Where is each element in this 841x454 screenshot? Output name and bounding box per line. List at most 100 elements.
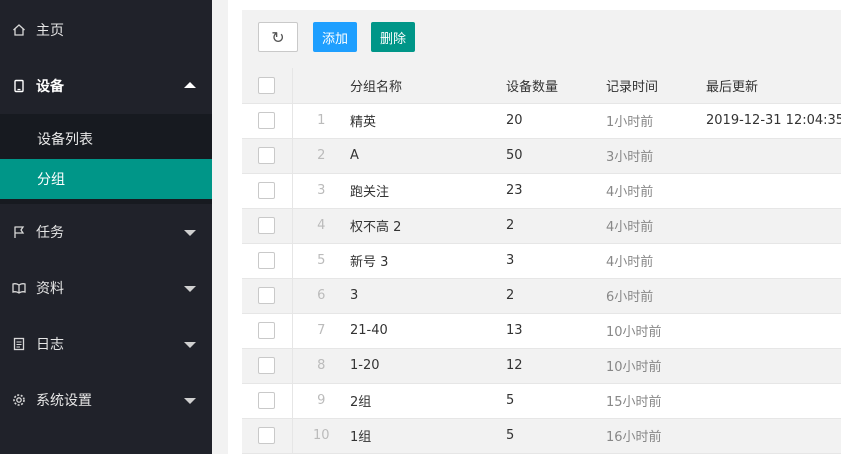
row-group-name: 权不高 2 bbox=[350, 208, 506, 244]
row-last-update bbox=[706, 348, 841, 384]
header-last-update[interactable]: 最后更新 bbox=[706, 68, 841, 104]
table-row[interactable]: 4 权不高 2 2 4小时前 bbox=[242, 208, 841, 244]
sidebar-item-devices[interactable]: 设备 bbox=[0, 58, 212, 114]
row-select-cell bbox=[242, 103, 293, 139]
row-device-count: 20 bbox=[506, 103, 606, 139]
table-row[interactable]: 5 新号 3 3 4小时前 bbox=[242, 243, 841, 279]
row-record-time: 6小时前 bbox=[606, 278, 706, 314]
table-row[interactable]: 3 跑关注 23 4小时前 bbox=[242, 173, 841, 209]
refresh-button[interactable]: ↻ bbox=[258, 22, 298, 52]
row-record-time: 4小时前 bbox=[606, 208, 706, 244]
table-row[interactable]: 10 1组 5 16小时前 bbox=[242, 418, 841, 454]
row-device-count: 2 bbox=[506, 208, 606, 244]
toolbar: ↻ 添加 删除 bbox=[242, 10, 841, 68]
header-index-cell bbox=[292, 68, 350, 104]
row-last-update: 2019-12-31 12:04:35 bbox=[706, 103, 841, 139]
row-group-name: 2组 bbox=[350, 383, 506, 419]
chevron-down-icon bbox=[184, 230, 196, 236]
table-row[interactable]: 7 21-40 13 10小时前 bbox=[242, 313, 841, 349]
header-record-time[interactable]: 记录时间 bbox=[606, 68, 706, 104]
row-checkbox[interactable] bbox=[258, 112, 276, 129]
table-row[interactable]: 6 3 2 6小时前 bbox=[242, 278, 841, 314]
table-row[interactable]: 8 1-20 12 10小时前 bbox=[242, 348, 841, 384]
row-select-cell bbox=[242, 383, 293, 419]
row-select-cell bbox=[242, 173, 293, 209]
row-last-update bbox=[706, 418, 841, 454]
row-group-name: 1组 bbox=[350, 418, 506, 454]
row-last-update bbox=[706, 138, 841, 174]
sidebar-item-label: 设备 bbox=[36, 79, 64, 95]
row-checkbox[interactable] bbox=[258, 252, 276, 269]
sidebar-item-label: 系统设置 bbox=[36, 393, 92, 409]
row-group-name: 新号 3 bbox=[350, 243, 506, 279]
table-header-row: 分组名称 设备数量 记录时间 最后更新 bbox=[242, 68, 841, 104]
book-icon bbox=[12, 281, 26, 295]
table-row[interactable]: 9 2组 5 15小时前 bbox=[242, 383, 841, 419]
row-last-update bbox=[706, 243, 841, 279]
row-checkbox[interactable] bbox=[258, 427, 276, 444]
group-list-card: ↻ 添加 删除 分组名称 设备数量 记录时间 最后更新 1 精英 20 1小时前… bbox=[242, 10, 841, 454]
row-device-count: 23 bbox=[506, 173, 606, 209]
row-checkbox[interactable] bbox=[258, 392, 276, 409]
row-record-time: 15小时前 bbox=[606, 383, 706, 419]
sidebar-item-tasks[interactable]: 任务 bbox=[0, 204, 212, 260]
tablet-icon bbox=[12, 79, 26, 93]
sidebar-subitem-groups[interactable]: 分组 bbox=[0, 159, 212, 199]
home-icon bbox=[12, 23, 26, 37]
sidebar-item-materials[interactable]: 资料 bbox=[0, 260, 212, 316]
row-group-name: 3 bbox=[350, 278, 506, 314]
row-last-update bbox=[706, 173, 841, 209]
row-index: 7 bbox=[292, 313, 350, 349]
row-index: 3 bbox=[292, 173, 350, 209]
row-index: 9 bbox=[292, 383, 350, 419]
row-record-time: 10小时前 bbox=[606, 348, 706, 384]
row-index: 5 bbox=[292, 243, 350, 279]
sidebar-subitem-label: 设备列表 bbox=[37, 132, 93, 148]
row-index: 10 bbox=[292, 418, 350, 454]
header-device-count[interactable]: 设备数量 bbox=[506, 68, 606, 104]
row-select-cell bbox=[242, 348, 293, 384]
row-checkbox[interactable] bbox=[258, 147, 276, 164]
header-select-all-cell bbox=[242, 68, 293, 104]
chevron-down-icon bbox=[184, 398, 196, 404]
sidebar-item-logs[interactable]: 日志 bbox=[0, 316, 212, 372]
document-icon bbox=[12, 337, 26, 351]
sidebar-item-home[interactable]: 主页 bbox=[0, 2, 212, 58]
row-group-name: 精英 bbox=[350, 103, 506, 139]
row-checkbox[interactable] bbox=[258, 322, 276, 339]
row-group-name: 1-20 bbox=[350, 348, 506, 384]
refresh-icon: ↻ bbox=[271, 27, 285, 47]
row-record-time: 16小时前 bbox=[606, 418, 706, 454]
row-last-update bbox=[706, 383, 841, 419]
table-row[interactable]: 2 A 50 3小时前 bbox=[242, 138, 841, 174]
row-device-count: 5 bbox=[506, 418, 606, 454]
header-group-name[interactable]: 分组名称 bbox=[350, 68, 506, 104]
row-index: 8 bbox=[292, 348, 350, 384]
row-checkbox[interactable] bbox=[258, 182, 276, 199]
row-group-name: 跑关注 bbox=[350, 173, 506, 209]
row-checkbox[interactable] bbox=[258, 357, 276, 374]
row-select-cell bbox=[242, 243, 293, 279]
row-select-cell bbox=[242, 138, 293, 174]
row-group-name: 21-40 bbox=[350, 313, 506, 349]
table-row[interactable]: 1 精英 20 1小时前 2019-12-31 12:04:35 bbox=[242, 103, 841, 139]
sidebar-item-label: 主页 bbox=[36, 23, 64, 39]
row-record-time: 3小时前 bbox=[606, 138, 706, 174]
row-index: 1 bbox=[292, 103, 350, 139]
sidebar-item-system-settings[interactable]: 系统设置 bbox=[0, 372, 212, 428]
select-all-checkbox[interactable] bbox=[258, 76, 276, 94]
row-device-count: 5 bbox=[506, 383, 606, 419]
row-device-count: 2 bbox=[506, 278, 606, 314]
delete-button[interactable]: 删除 bbox=[371, 22, 415, 52]
table-body: 1 精英 20 1小时前 2019-12-31 12:04:35 2 A 50 3小时前 3 跑关注… bbox=[242, 103, 841, 454]
row-select-cell bbox=[242, 278, 293, 314]
devices-submenu: 设备列表 分组 bbox=[0, 114, 212, 204]
row-device-count: 13 bbox=[506, 313, 606, 349]
sidebar: 主页 设备 设备列表 分组 任务 资料 日志 系统设置 bbox=[0, 0, 212, 454]
add-button[interactable]: 添加 bbox=[313, 22, 357, 52]
row-checkbox[interactable] bbox=[258, 217, 276, 234]
row-select-cell bbox=[242, 418, 293, 454]
row-checkbox[interactable] bbox=[258, 287, 276, 304]
row-record-time: 4小时前 bbox=[606, 173, 706, 209]
sidebar-subitem-device-list[interactable]: 设备列表 bbox=[0, 119, 212, 159]
